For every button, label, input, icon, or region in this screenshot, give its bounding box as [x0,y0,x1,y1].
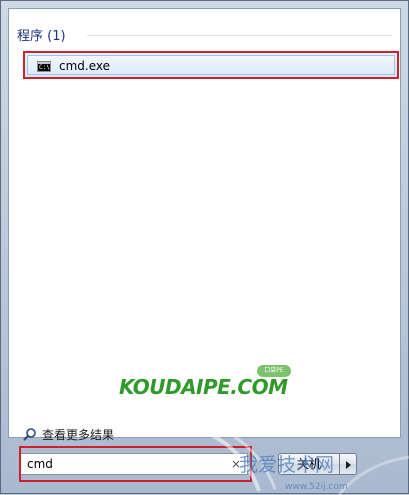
search-highlight-box [19,446,252,482]
koudaipe-logo-badge: 口袋PE [257,365,291,377]
search-results-pane: 程序 (1) C:\ cmd.exe KOUDAIPE.COM 口袋PE 查看更… [8,8,401,442]
command-prompt-icon: C:\ [37,61,51,72]
start-menu: 程序 (1) C:\ cmd.exe KOUDAIPE.COM 口袋PE 查看更… [0,0,409,495]
shutdown-options-button[interactable] [339,453,357,475]
shutdown-button[interactable]: 关机 [278,453,340,475]
group-divider [87,35,392,36]
chevron-right-icon [346,461,351,469]
search-bar-area: × 关机 [8,441,401,491]
koudaipe-logo-text: KOUDAIPE.COM [119,375,288,399]
programs-group-header: 程序 (1) [17,29,66,44]
magnifier-icon [23,428,36,441]
result-item-cmd[interactable]: C:\ cmd.exe [23,51,399,79]
koudaipe-logo: KOUDAIPE.COM 口袋PE [119,365,299,401]
result-item-label: cmd.exe [59,59,111,73]
